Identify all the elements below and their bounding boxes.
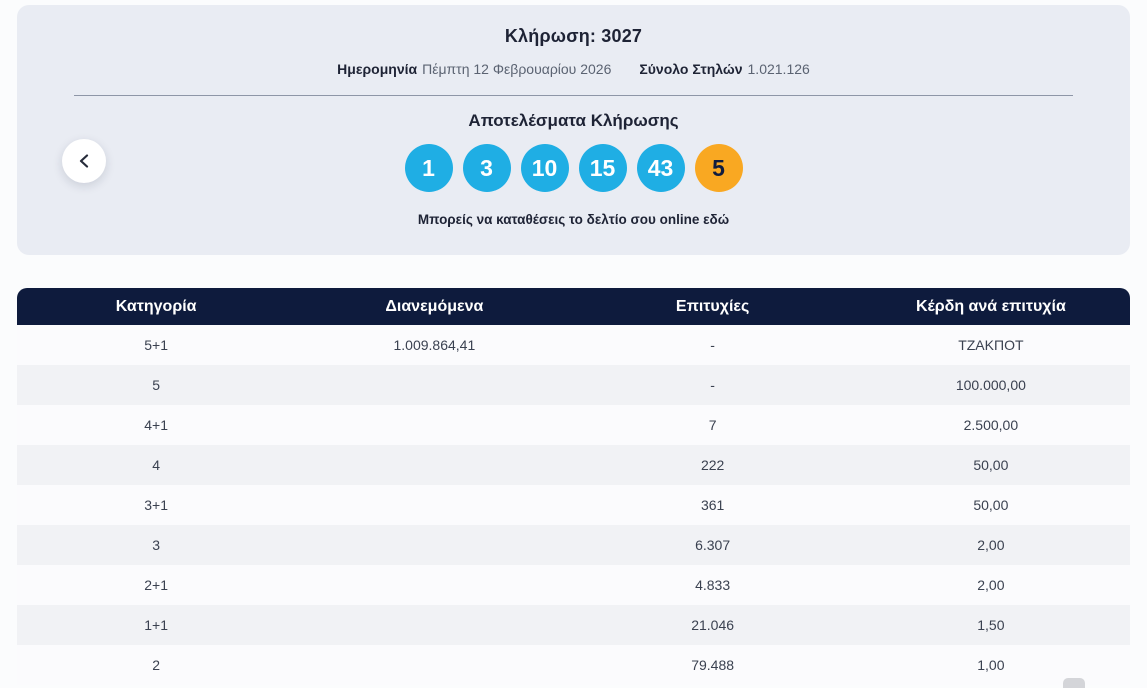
cell-winners: 361 <box>700 497 725 513</box>
cell-prize: 2,00 <box>977 537 1005 553</box>
draw-title: Κλήρωση: 3027 <box>504 26 643 46</box>
cell-category: 5 <box>152 377 161 393</box>
cell-winners: 6.307 <box>695 537 731 553</box>
cell-category: 4+1 <box>144 417 168 433</box>
scroll-top-button[interactable] <box>1063 678 1085 688</box>
cell-prize: 1,50 <box>977 617 1005 633</box>
cell-prize: 2,00 <box>977 577 1005 593</box>
date-label: Ημερομηνία <box>337 61 418 77</box>
cell-prize: 2.500,00 <box>963 417 1019 433</box>
cell-winners: 222 <box>700 457 725 473</box>
cell-winners: 4.833 <box>695 577 731 593</box>
cell-category: 3 <box>152 537 161 553</box>
cell-winners: 79.488 <box>691 657 735 673</box>
cell-winners: 7 <box>708 417 717 433</box>
winning-number-ball: 43 <box>636 144 685 192</box>
cell-prize: 50,00 <box>973 457 1009 473</box>
cell-category: 3+1 <box>144 497 168 513</box>
draw-meta: Ημερομηνία Πέμπτη 12 Φεβρουαρίου 2026 Σύ… <box>17 61 1130 77</box>
cell-prize: 50,00 <box>973 497 1009 513</box>
cell-winners: 21.046 <box>691 617 735 633</box>
table-row: 5+1 1.009.864,41 - ΤΖΑΚΠΟΤ <box>17 325 1130 365</box>
column-header: Διανεμόμενα <box>385 297 484 315</box>
cell-prize: ΤΖΑΚΠΟΤ <box>958 337 1024 353</box>
table-row: 3+1 361 50,00 <box>17 485 1130 525</box>
online-submit-link[interactable]: Μπορείς να καταθέσεις το δελτίο σου onli… <box>17 212 1130 227</box>
cell-category: 2+1 <box>144 577 168 593</box>
cell-prize: 100.000,00 <box>955 377 1026 393</box>
previous-draw-button[interactable] <box>62 139 106 183</box>
date-value: Πέμπτη 12 Φεβρουαρίου 2026 <box>422 61 612 77</box>
cell-category: 1+1 <box>144 617 168 633</box>
column-header: Κέρδη ανά επιτυχία <box>915 297 1066 315</box>
cell-category: 4 <box>152 457 161 473</box>
table-row: 2 79.488 1,00 <box>17 645 1130 685</box>
column-header: Επιτυχίες <box>675 297 750 315</box>
results-table: Κατηγορία Διανεμόμενα Επιτυχίες Κέρδη ανά ε… <box>17 288 1130 685</box>
winning-number-ball: 15 <box>578 144 627 192</box>
results-title: Αποτελέσματα Κλήρωσης <box>468 111 679 130</box>
columns-label: Σύνολο Στηλών <box>639 61 743 77</box>
table-row: 1+1 21.046 1,50 <box>17 605 1130 645</box>
cell-winners: - <box>710 337 715 353</box>
cell-category: 5+1 <box>144 337 168 353</box>
cell-winners: - <box>710 377 715 393</box>
winning-numbers-row: 1 3 10 15 43 5 <box>17 144 1130 192</box>
winning-number-ball: 10 <box>520 144 569 192</box>
chevron-left-icon <box>79 154 89 168</box>
columns-value: 1.021.126 <box>747 61 810 77</box>
column-header: Κατηγορία <box>115 297 197 315</box>
table-row: 5 - 100.000,00 <box>17 365 1130 405</box>
table-row: 3 6.307 2,00 <box>17 525 1130 565</box>
divider <box>74 95 1073 96</box>
joker-number-ball: 5 <box>694 144 743 192</box>
cell-distributed: 1.009.864,41 <box>393 337 476 353</box>
cell-category: 2 <box>152 657 161 673</box>
table-header-row: Κατηγορία Διανεμόμενα Επιτυχίες Κέρδη ανά ε… <box>17 288 1130 325</box>
table-row: 4+1 7 2.500,00 <box>17 405 1130 445</box>
winning-number-ball: 3 <box>462 144 511 192</box>
table-row: 4 222 50,00 <box>17 445 1130 485</box>
cell-prize: 1,00 <box>977 657 1005 673</box>
winning-number-ball: 1 <box>404 144 453 192</box>
table-row: 2+1 4.833 2,00 <box>17 565 1130 605</box>
table-body: 5+1 1.009.864,41 - ΤΖΑΚΠΟΤ 5 - 100.000,00 4+1 7 2… <box>17 325 1130 685</box>
draw-summary-card: Κλήρωση: 3027 Ημερομηνία Πέμπτη 12 Φεβρο… <box>17 5 1130 255</box>
